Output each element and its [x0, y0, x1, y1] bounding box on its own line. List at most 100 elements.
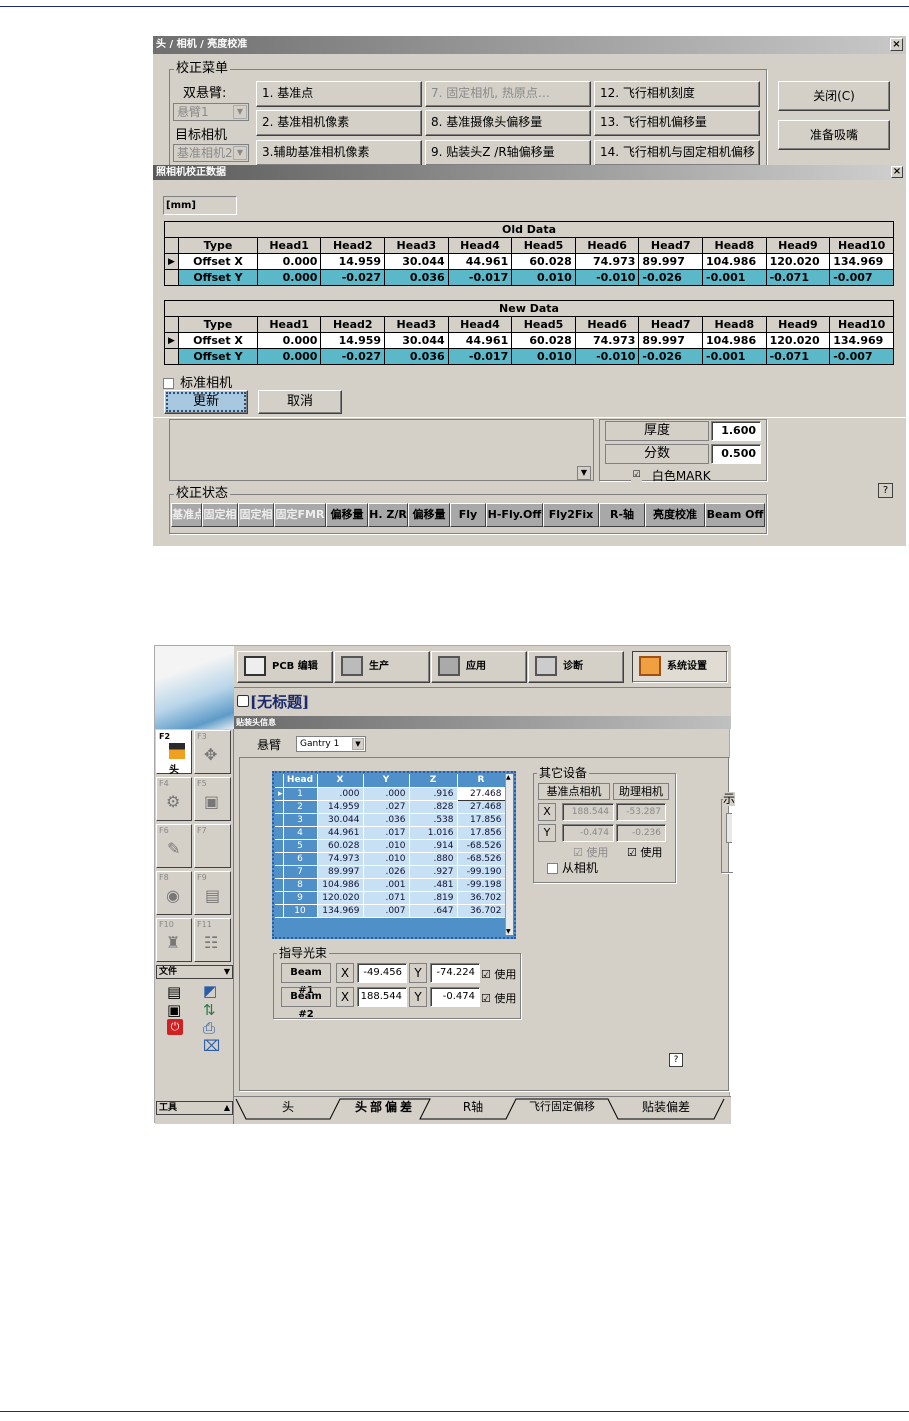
ref-camera-x-field[interactable]: 188.544 — [562, 803, 614, 821]
table-row[interactable]: Offset Y 0.000 -0.027 0.036 -0.017 0.010… — [163, 348, 894, 365]
beam1-y-field[interactable]: -74.224 — [430, 963, 480, 983]
network-icon[interactable]: ⌧ — [203, 1037, 220, 1055]
beam2-use-checkbox[interactable]: ☑ 使用 — [481, 990, 516, 1006]
save-icon[interactable]: ▣ — [167, 1001, 181, 1019]
table-row[interactable]: 3 30.044.036.538 17.856 — [275, 813, 506, 827]
sidebar-key-f10[interactable]: F10 ♜ — [156, 918, 192, 962]
ref-camera-use-checkbox[interactable]: ☑ 使用 — [573, 844, 608, 860]
table-row[interactable]: 9 120.020.071.819 36.702 — [275, 891, 506, 905]
sidebar-key-f2[interactable]: F2 头 — [156, 730, 192, 776]
beam1-y-label: Y — [409, 963, 427, 983]
help-button[interactable]: ? — [669, 1053, 683, 1067]
cancel-button[interactable]: 取消 — [258, 390, 342, 414]
head-zr-offset-button[interactable]: 9. 贴装头Z /R轴偏移量 — [425, 140, 591, 166]
toolbar-production[interactable]: 生产 — [334, 651, 430, 683]
white-mark-checkbox[interactable]: ☑ 白色MARK — [631, 467, 711, 484]
print-icon[interactable]: ⎙ — [203, 1019, 215, 1037]
fly-fixed-offset-button[interactable]: 14. 飞行相机与固定相机偏移 — [594, 140, 760, 166]
gantry-select[interactable]: 悬臂1 ▼ — [173, 103, 249, 121]
col-head6: Head6 — [574, 316, 640, 333]
col-head9: Head9 — [765, 237, 831, 254]
fixed-camera-button[interactable]: 7. 固定相机, 热原点… — [425, 81, 591, 107]
toolbar-diagnosis[interactable]: 诊断 — [528, 651, 624, 683]
beam2-x-field[interactable]: 188.544 — [357, 987, 407, 1007]
scroll-down-icon[interactable]: ▼ — [577, 466, 591, 480]
sidebar-key-f6[interactable]: F6 ✎ — [156, 824, 192, 868]
table-row[interactable]: 2 14.959.027.828 27.468 — [275, 800, 506, 814]
tools-menu-header[interactable]: 工具 ▲ — [156, 1101, 233, 1115]
sidebar-key-f5[interactable]: F5 ▣ — [194, 777, 231, 821]
fly-camera-scale-button[interactable]: 12. 飞行相机刻度 — [594, 81, 760, 107]
thickness-field[interactable]: 1.600 — [711, 421, 761, 441]
ref-camera-y-field[interactable]: -0.474 — [562, 824, 614, 842]
table-row[interactable]: ▶ Offset X 0.000 14.959 30.044 44.961 60… — [163, 253, 894, 270]
scroll-up-icon[interactable]: ▲ — [506, 774, 511, 781]
row-indicator — [163, 316, 180, 333]
close-icon[interactable]: × — [890, 38, 903, 51]
application-icon — [438, 656, 460, 676]
sidebar-key-f8[interactable]: F8 ◉ — [156, 871, 192, 915]
ref-camera-offset-button[interactable]: 8. 基准摄像头偏移量 — [425, 110, 591, 136]
toolbar-pcb-edit[interactable]: PCB 编辑 — [237, 651, 333, 683]
sidebar-key-f4[interactable]: F4 ⚙ — [156, 777, 192, 821]
table-row[interactable]: 8 104.986.001.481 -99.198 — [275, 878, 506, 892]
slave-camera-checkbox[interactable]: 从相机 — [547, 859, 598, 876]
tab-r-axis[interactable]: R轴 — [430, 1097, 516, 1117]
table-cell: 27.468 — [456, 786, 506, 801]
toolbar-system-settings[interactable]: 系统设置 — [632, 651, 728, 683]
power-icon[interactable]: ⏻ — [167, 1019, 183, 1035]
tab-head-deviation[interactable]: 头部偏差 — [340, 1097, 430, 1117]
prepare-nozzle-button[interactable]: 准备吸嘴 — [778, 120, 890, 150]
sidebar-key-f7[interactable]: F7 — [194, 824, 231, 868]
f8-key-label: F8 — [159, 873, 169, 882]
sidebar-key-f11[interactable]: F11 ☷ — [194, 918, 231, 962]
beam1-use-checkbox[interactable]: ☑ 使用 — [481, 966, 516, 982]
toolbar-application[interactable]: 应用 — [431, 651, 527, 683]
tab-mount-deviation[interactable]: 贴装偏差 — [618, 1097, 714, 1117]
assist-camera-use-checkbox[interactable]: ☑ 使用 — [627, 844, 662, 860]
score-field[interactable]: 0.500 — [711, 444, 761, 464]
head-table-scrollbar[interactable]: ▲ ▼ — [505, 774, 513, 935]
gantry-dropdown[interactable]: Gantry 1 ▼ — [296, 736, 366, 752]
table-row[interactable]: 7 89.997.026.927 -99.190 — [275, 865, 506, 879]
table-row[interactable]: 6 74.973.010.880 -68.526 — [275, 852, 506, 866]
assist-camera-y-field[interactable]: -0.236 — [616, 824, 666, 842]
beam2-y-field[interactable]: -0.474 — [430, 987, 480, 1007]
aux-ref-camera-pixel-button[interactable]: 3.辅助基准相机像素 — [256, 140, 422, 166]
table-row[interactable]: Offset Y 0.000 -0.027 0.036 -0.017 0.010… — [163, 269, 894, 286]
table-row[interactable]: ▶ Offset X 0.000 14.959 30.044 44.961 60… — [163, 332, 894, 349]
col-head7: Head7 — [638, 237, 704, 254]
new-file-icon[interactable]: ▤ — [167, 983, 181, 1001]
close-button[interactable]: 关闭(C) — [778, 81, 890, 111]
calibration-status-label: 校正状态 — [174, 486, 231, 501]
table-cell: .538 — [409, 813, 458, 827]
close-icon[interactable]: × — [891, 166, 903, 178]
table-row[interactable]: 4 44.961.017 1.016 17.856 — [275, 826, 506, 840]
fly-camera-offset-button[interactable]: 13. 飞行相机偏移量 — [594, 110, 760, 136]
scroll-down-icon[interactable]: ▼ — [506, 928, 511, 935]
open-folder-icon[interactable]: ◩ — [203, 982, 217, 1000]
white-mark-label: 白色MARK — [651, 469, 711, 483]
table-row[interactable]: 5 60.028.010.914 -68.526 — [275, 839, 506, 853]
tab-fly-fixed-offset[interactable]: 飞行固定偏移 — [516, 1097, 608, 1117]
assist-camera-header: 助理相机 — [613, 783, 669, 800]
help-button[interactable]: ? — [878, 483, 893, 498]
nozzle-icon: ♜ — [166, 933, 181, 952]
assist-camera-x-field[interactable]: -53.287 — [616, 803, 666, 821]
beam1-x-field[interactable]: -49.456 — [357, 963, 407, 983]
ref-camera-use-label: 使用 — [586, 846, 609, 859]
ref-camera-pixel-button[interactable]: 2. 基准相机像素 — [256, 110, 422, 136]
tab-head[interactable]: 头 — [246, 1097, 330, 1117]
sidebar-key-f3[interactable]: F3 ✥ — [194, 730, 231, 774]
table-row[interactable]: 10 134.969.007.647 36.702 — [275, 904, 506, 918]
sidebar-key-f9[interactable]: F9 ▤ — [194, 871, 231, 915]
table-cell: 60.028 — [511, 332, 576, 349]
transfer-icon[interactable]: ⇅ — [203, 1001, 216, 1019]
std-camera-checkbox[interactable]: 标准相机 — [163, 372, 232, 391]
window-titlebar: 头 / 相机 / 亮度校准 × — [153, 36, 906, 54]
ref-point-button[interactable]: 1. 基准点 — [256, 81, 422, 107]
update-button[interactable]: 更新 — [164, 390, 248, 414]
file-menu-header[interactable]: 文件 ▼ — [156, 965, 233, 979]
camera-select[interactable]: 基准相机2 ▼ — [173, 144, 249, 162]
table-row[interactable]: ▸ 1.000.000.916 27.468 — [275, 786, 506, 801]
